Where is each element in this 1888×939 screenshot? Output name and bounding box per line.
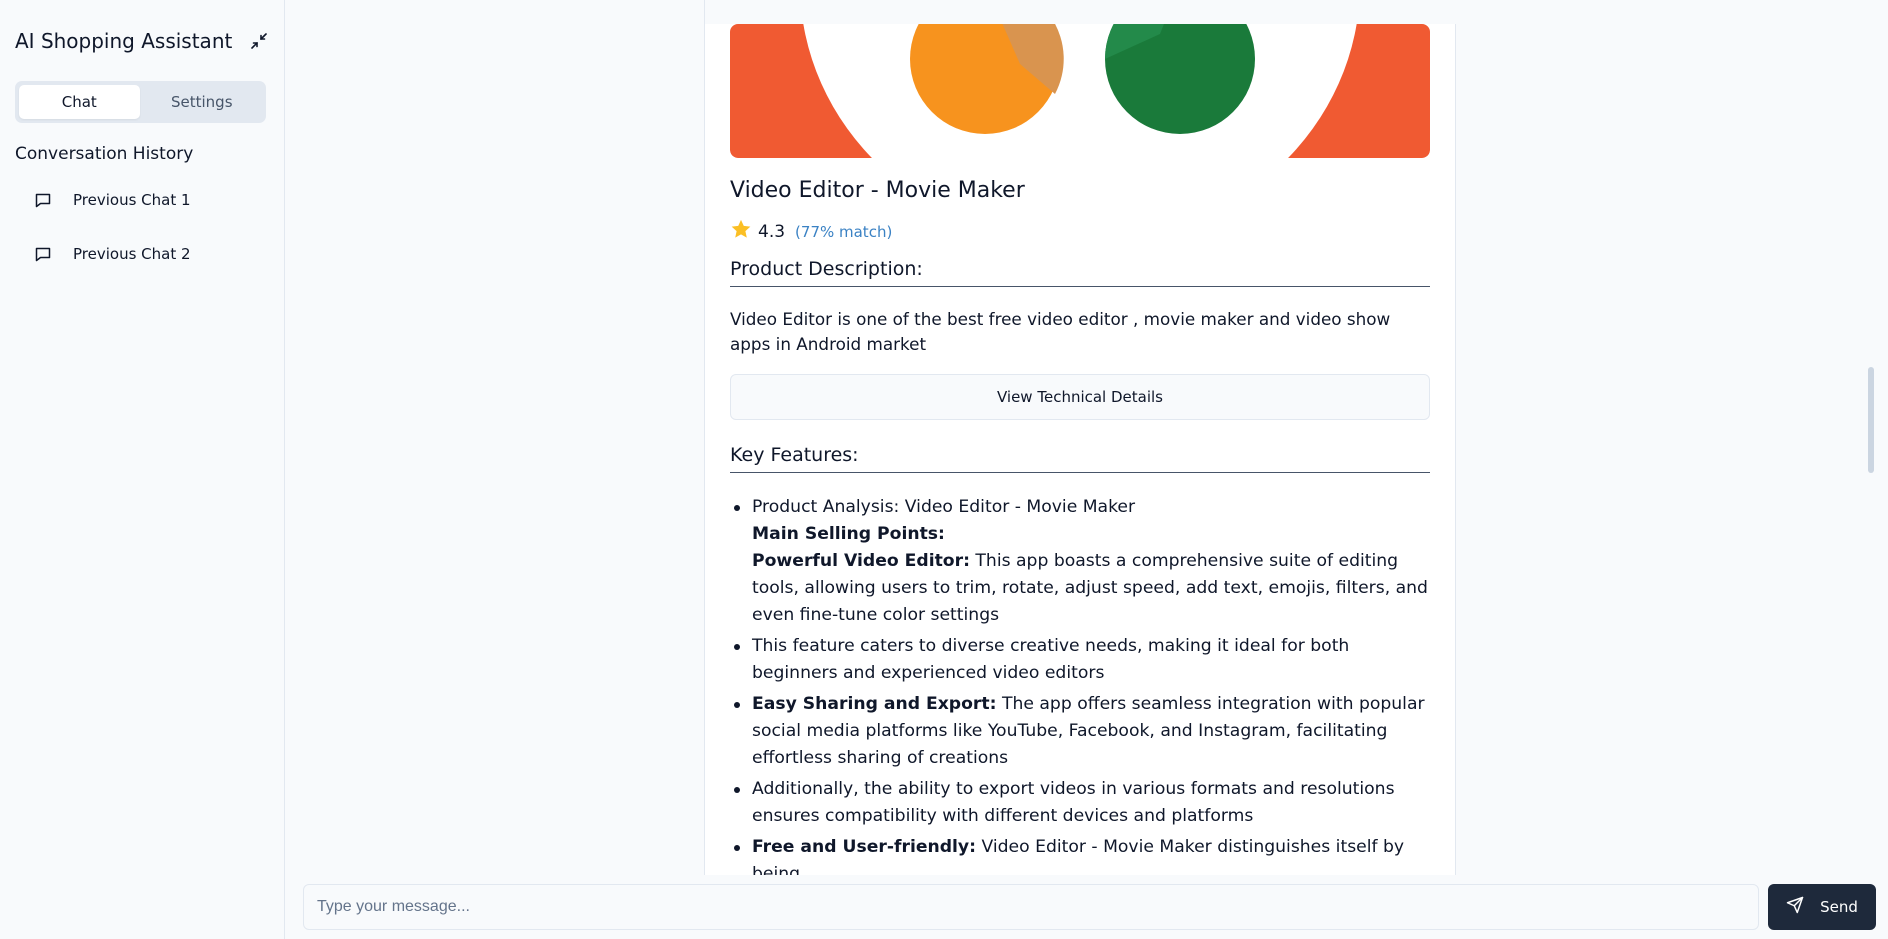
view-technical-details-button[interactable]: View Technical Details (730, 374, 1430, 420)
key-features-list: Product Analysis: Video Editor - Movie M… (730, 494, 1430, 875)
rating-value: 4.3 (758, 221, 786, 242)
history-item-label: Previous Chat 1 (73, 191, 191, 209)
product-image (730, 24, 1430, 158)
list-item: Product Analysis: Video Editor - Movie M… (730, 494, 1430, 629)
conversation-history-heading: Conversation History (15, 144, 194, 164)
product-card: Video Editor - Movie Maker 4.3 (77% matc… (704, 0, 1457, 875)
message-input[interactable] (303, 884, 1759, 930)
message-composer: Send (286, 875, 1888, 939)
tab-settings[interactable]: Settings (142, 85, 263, 119)
scrollbar-thumb[interactable] (1868, 367, 1874, 473)
sidebar: AI Shopping Assistant Chat Settings Conv… (0, 0, 285, 939)
list-item: This feature caters to diverse creative … (730, 633, 1430, 687)
app-title: AI Shopping Assistant (15, 29, 233, 53)
star-icon (730, 218, 752, 245)
rating-row: 4.3 (77% match) (730, 218, 892, 245)
product-description: Video Editor is one of the best free vid… (730, 309, 1391, 354)
tab-chat[interactable]: Chat (19, 85, 140, 119)
send-button[interactable]: Send (1768, 884, 1876, 930)
match-percentage: (77% match) (795, 222, 893, 241)
product-title: Video Editor - Movie Maker (730, 178, 1025, 203)
message-square-icon (33, 190, 53, 210)
send-icon (1786, 896, 1804, 918)
key-features-heading: Key Features: (730, 444, 1430, 473)
list-item: Easy Sharing and Export: The app offers … (730, 691, 1430, 772)
description-heading: Product Description: (730, 258, 1430, 287)
collapse-arrows-icon[interactable] (248, 30, 270, 52)
history-item-previous-chat-2[interactable]: Previous Chat 2 (15, 234, 266, 274)
send-label: Send (1820, 898, 1858, 916)
list-item: Free and User-friendly: Video Editor - M… (730, 834, 1430, 875)
sidebar-header: AI Shopping Assistant (15, 26, 270, 56)
list-item: Additionally, the ability to export vide… (730, 776, 1430, 830)
message-square-icon (33, 244, 53, 264)
chat-area: Video Editor - Movie Maker 4.3 (77% matc… (286, 0, 1888, 875)
sidebar-tabs: Chat Settings (15, 81, 266, 123)
history-item-label: Previous Chat 2 (73, 245, 191, 263)
history-item-previous-chat-1[interactable]: Previous Chat 1 (15, 180, 266, 220)
